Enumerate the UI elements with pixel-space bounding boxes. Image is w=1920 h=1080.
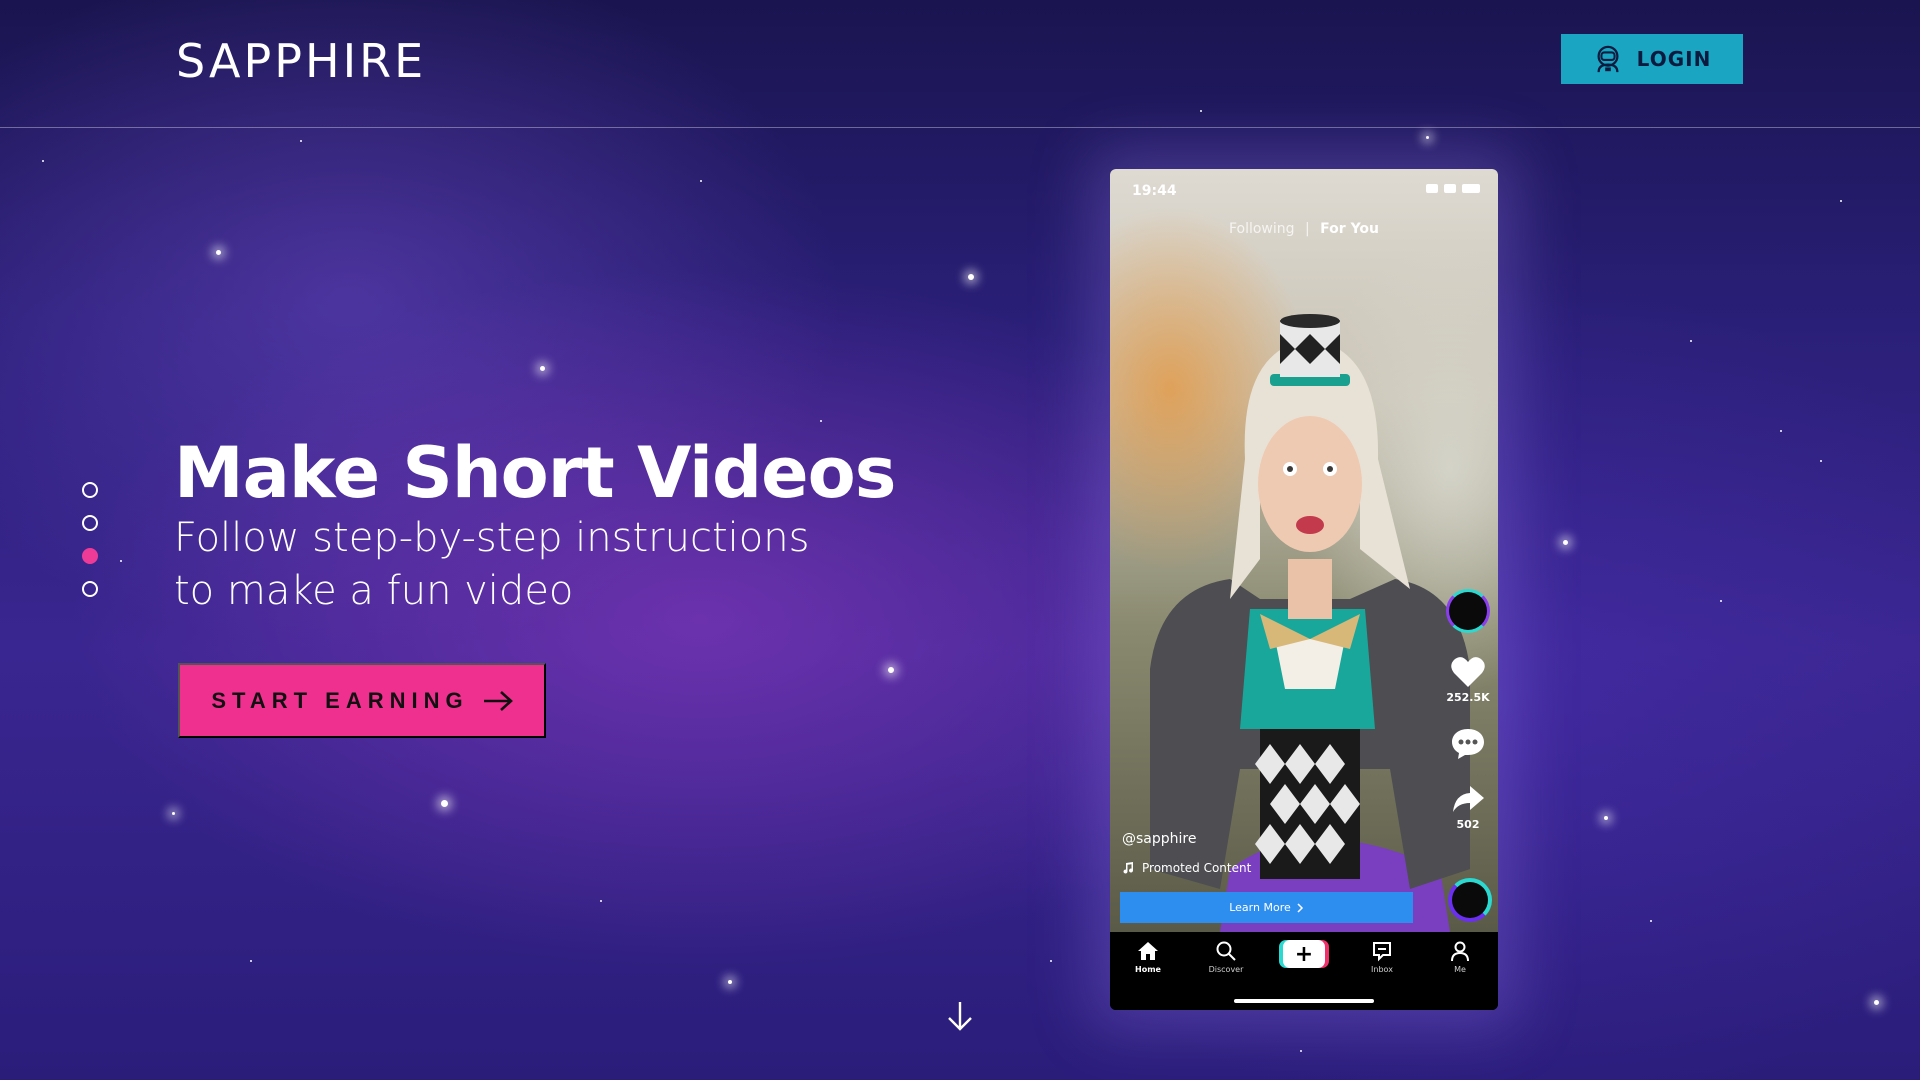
- profile-icon: [1451, 941, 1469, 962]
- promoted-label: Promoted Content: [1122, 861, 1251, 875]
- share-arrow-icon: [1453, 786, 1484, 812]
- login-button[interactable]: LOGIN: [1561, 34, 1743, 84]
- video-performer-image: [1150, 314, 1470, 932]
- comment-action[interactable]: [1450, 726, 1486, 760]
- hero-subtitle: Follow step-by-step instructions to make…: [174, 512, 809, 618]
- comment-bubble-icon: [1452, 729, 1484, 759]
- app-tab-bar: Home Discover + Inbox Me: [1110, 932, 1498, 1010]
- learn-more-label: Learn More: [1229, 901, 1291, 914]
- feed-tab-separator: |: [1305, 221, 1310, 237]
- share-action[interactable]: 502: [1450, 782, 1486, 831]
- tab-for-you[interactable]: For You: [1320, 221, 1379, 237]
- start-earning-label: START EARNING: [211, 687, 469, 713]
- search-icon: [1216, 941, 1236, 961]
- tab-following[interactable]: Following: [1229, 221, 1295, 237]
- share-count: 502: [1456, 818, 1480, 831]
- site-header: SAPPHIRE LOGIN: [0, 0, 1920, 128]
- arrow-right-icon: [483, 690, 513, 711]
- tab-me-label: Me: [1454, 965, 1466, 974]
- chevron-right-icon: [1297, 902, 1303, 913]
- sapphire-logo[interactable]: SAPPHIRE: [176, 34, 426, 88]
- astronaut-helmet-icon: [1597, 45, 1619, 73]
- create-video-button[interactable]: +: [1283, 940, 1325, 968]
- creator-avatar[interactable]: [1446, 589, 1490, 633]
- signal-icon: [1426, 184, 1438, 193]
- video-action-rail: 252.5K 502: [1444, 589, 1492, 831]
- battery-icon: [1462, 184, 1480, 193]
- feed-tabs: Following | For You: [1110, 221, 1498, 237]
- tab-home-label: Home: [1135, 965, 1161, 974]
- pager-dot-1[interactable]: [82, 482, 98, 498]
- learn-more-button[interactable]: Learn More: [1120, 892, 1413, 923]
- like-count: 252.5K: [1446, 691, 1490, 704]
- pager-dot-2[interactable]: [82, 515, 98, 531]
- hero-subtitle-line-2: to make a fun video: [174, 568, 574, 614]
- hero-subtitle-line-1: Follow step-by-step instructions: [174, 515, 810, 561]
- phone-mockup: 19:44 Following | For You 252.5K 502 @sa…: [1110, 169, 1498, 1010]
- home-icon: [1138, 942, 1158, 960]
- tab-inbox-label: Inbox: [1371, 965, 1393, 974]
- tab-discover-label: Discover: [1208, 965, 1244, 974]
- home-indicator: [1234, 999, 1374, 1003]
- status-bar-time: 19:44: [1132, 183, 1177, 199]
- slide-pager: [82, 482, 98, 597]
- tab-discover[interactable]: Discover: [1196, 940, 1256, 974]
- promoted-text: Promoted Content: [1142, 861, 1252, 875]
- tab-inbox[interactable]: Inbox: [1352, 940, 1412, 974]
- music-note-icon: [1123, 862, 1134, 874]
- scroll-down-arrow-icon[interactable]: [946, 1000, 974, 1032]
- pager-dot-4[interactable]: [82, 581, 98, 597]
- status-bar-icons: [1426, 184, 1480, 193]
- start-earning-button[interactable]: START EARNING: [178, 663, 546, 738]
- heart-icon: [1451, 657, 1485, 687]
- login-label: LOGIN: [1636, 47, 1712, 71]
- like-action[interactable]: 252.5K: [1446, 655, 1490, 704]
- inbox-icon: [1373, 942, 1391, 962]
- tab-home[interactable]: Home: [1118, 940, 1178, 974]
- hero-title: Make Short Videos: [174, 432, 896, 514]
- video-username[interactable]: @sapphire: [1122, 831, 1196, 847]
- tab-me[interactable]: Me: [1430, 940, 1490, 974]
- wifi-icon: [1444, 184, 1456, 193]
- music-disc-icon[interactable]: [1448, 878, 1492, 922]
- pager-dot-3-active[interactable]: [82, 548, 98, 564]
